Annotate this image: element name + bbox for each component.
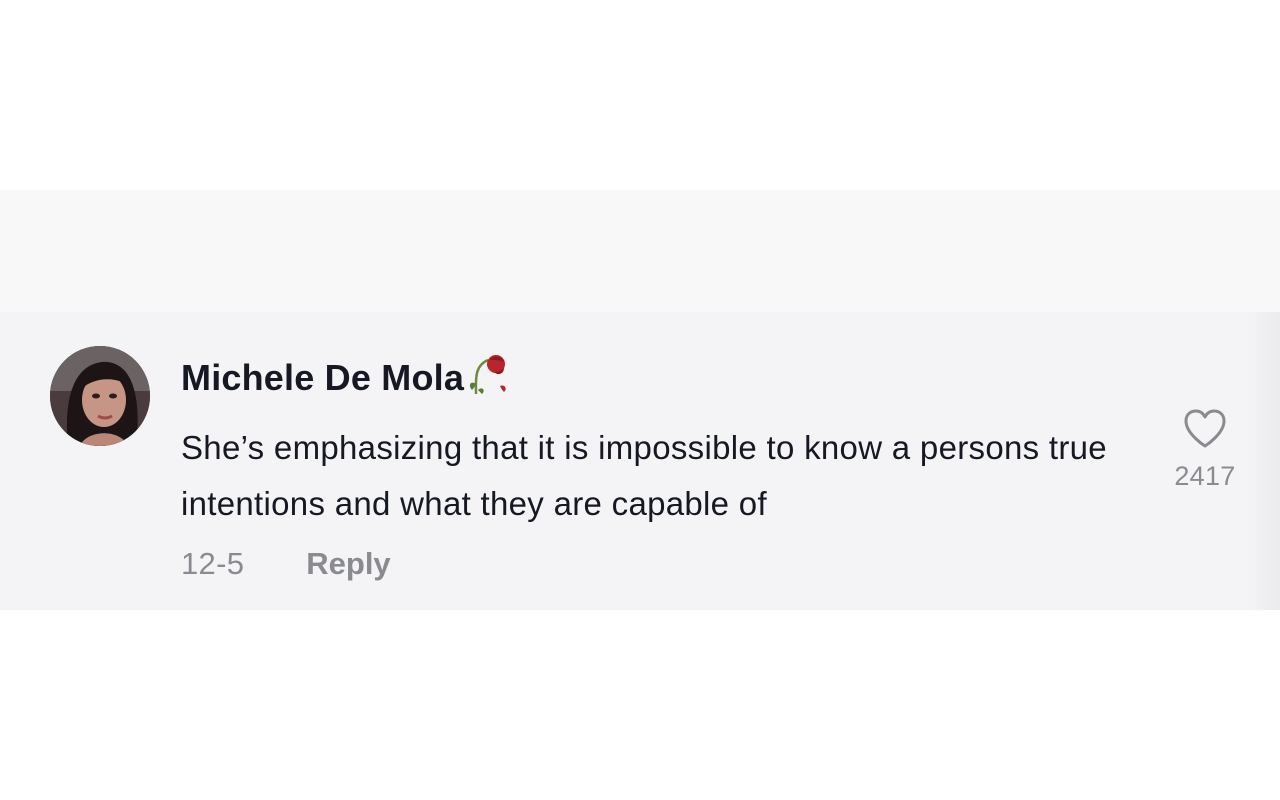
username[interactable]: Michele De Mola xyxy=(181,357,464,399)
comment-date: 12-5 xyxy=(181,546,245,581)
like-control: 2417 xyxy=(1160,408,1250,492)
comment-text: She’s emphasizing that it is impossible … xyxy=(181,429,1107,522)
reply-button[interactable]: Reply xyxy=(306,546,390,582)
comment-meta: 12-5 Reply xyxy=(181,546,391,582)
avatar-photo xyxy=(50,346,150,446)
avatar[interactable] xyxy=(50,346,150,446)
page: Michele De Mola She’s emphasizing that i… xyxy=(0,0,1280,800)
heart-icon[interactable] xyxy=(1182,408,1228,455)
like-count: 2417 xyxy=(1174,461,1236,491)
comment-header: Michele De Mola xyxy=(181,354,510,402)
wilted-flower-icon xyxy=(466,350,510,401)
